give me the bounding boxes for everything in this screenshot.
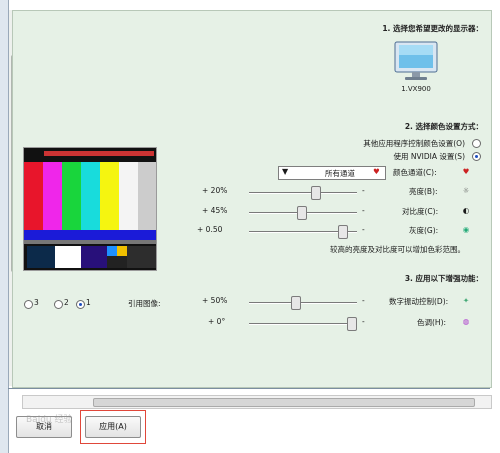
color-channel-dropdown[interactable]: ▼ 所有通道 ♥ — [278, 166, 386, 180]
window-left-edge — [0, 0, 9, 453]
color-channel-label: 颜色通道(C): — [393, 168, 437, 177]
gamma-value: + 0.50 — [197, 225, 223, 234]
option-other-apps-label: 其他应用程序控制颜色设置(O) — [363, 139, 465, 148]
hue-icon: ◍ — [462, 317, 470, 326]
reference-radio-2[interactable] — [54, 300, 63, 309]
channel-color-icon: ♥ — [373, 167, 380, 176]
hue-minus: - — [362, 317, 365, 326]
contrast-slider-thumb[interactable] — [297, 206, 307, 220]
reference-radio-1[interactable] — [76, 300, 85, 309]
vibrance-label: 数字振动控制(D): — [389, 297, 449, 306]
hue-label: 色调(H): — [417, 318, 447, 327]
radio-other-apps[interactable] — [472, 139, 481, 148]
gamma-label: 灰度(G): — [409, 226, 439, 235]
vibrance-icon: ✦ — [462, 296, 470, 305]
settings-panel: 1. 选择您希望更改的显示器： 1.VX900 2. 选择颜色设置方式： 其他应… — [12, 10, 492, 388]
vibrance-value: + 50% — [202, 296, 228, 305]
brightness-icon: ☼ — [462, 186, 470, 195]
monitor-label: 1.VX900 — [401, 85, 431, 93]
brightness-track[interactable] — [249, 192, 357, 194]
monitor-item[interactable]: 1.VX900 — [393, 41, 439, 93]
reference-image-label: 引用图像: — [128, 299, 161, 308]
vibrance-track[interactable] — [249, 302, 357, 304]
reference-option-1: 1 — [86, 298, 91, 307]
brightness-value: + 20% — [202, 186, 228, 195]
brightness-minus: - — [362, 186, 365, 195]
section-enhancements-title: 3. 应用以下增强功能： — [404, 274, 483, 283]
hue-value: + 0° — [208, 317, 226, 326]
reference-color-preview — [23, 147, 157, 271]
color-bars-image — [24, 148, 156, 270]
contrast-label: 对比度(C): — [402, 207, 439, 216]
vibrance-minus: - — [362, 296, 365, 305]
chevron-down-icon: ▼ — [282, 167, 289, 176]
hue-track[interactable] — [249, 323, 357, 325]
contrast-value: + 45% — [202, 206, 228, 215]
contrast-minus: - — [362, 206, 365, 215]
gamma-minus: - — [362, 225, 365, 234]
monitor-icon — [394, 41, 438, 80]
gamma-slider-thumb[interactable] — [338, 225, 348, 239]
reference-option-3: 3 — [34, 298, 39, 307]
vibrance-slider-thumb[interactable] — [291, 296, 301, 310]
radio-use-nvidia[interactable] — [472, 152, 481, 161]
contrast-icon: ◐ — [462, 206, 470, 215]
reference-option-2: 2 — [64, 298, 69, 307]
bottom-divider — [8, 388, 490, 389]
section-select-display-title: 1. 选择您希望更改的显示器： — [382, 24, 483, 33]
watermark: Baidu 经验 — [26, 415, 73, 425]
gamma-icon: ◉ — [462, 225, 470, 234]
reference-radio-3[interactable] — [24, 300, 33, 309]
option-use-nvidia-label: 使用 NVIDIA 设置(S) — [393, 152, 465, 161]
brightness-label: 亮度(B): — [409, 187, 438, 196]
horizontal-scrollbar[interactable] — [22, 395, 492, 409]
section-color-method-title: 2. 选择颜色设置方式： — [404, 122, 483, 131]
color-channel-icon: ♥ — [462, 167, 470, 176]
hue-slider-thumb[interactable] — [347, 317, 357, 331]
horizontal-scrollbar-thumb[interactable] — [93, 398, 475, 407]
color-channel-value: 所有通道 — [325, 169, 355, 178]
brightness-slider-thumb[interactable] — [311, 186, 321, 200]
color-range-hint: 较高的亮度及对比度可以增加色彩范围。 — [330, 245, 465, 254]
apply-button[interactable]: 应用(A) — [85, 416, 141, 438]
